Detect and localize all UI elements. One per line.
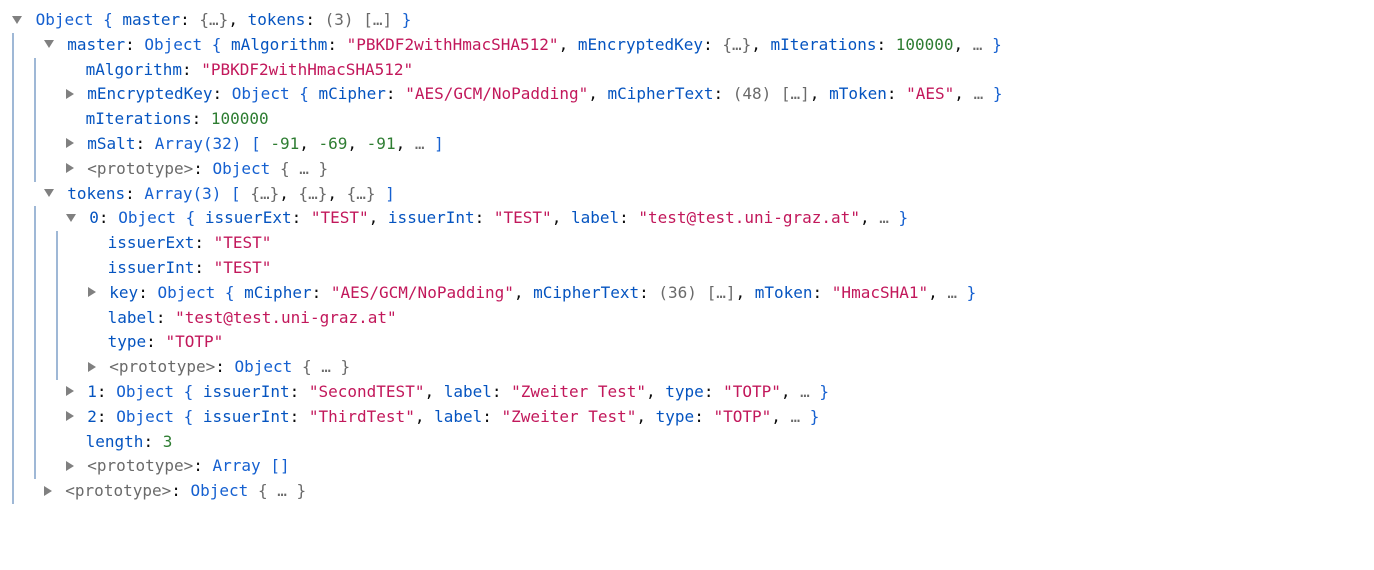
- tree-guide: [12, 33, 28, 58]
- type-label: Object: [144, 35, 202, 54]
- tree-row-token-1[interactable]: 1: Object { issuerInt: "SecondTEST", lab…: [12, 380, 1362, 405]
- disclosure-down-icon[interactable]: [44, 40, 54, 48]
- tree-row-miterations[interactable]: mIterations: 100000: [12, 107, 1362, 132]
- tokens-count: (3): [325, 10, 354, 29]
- array-ellipsis: […]: [363, 10, 392, 29]
- tree-row-mencryptedkey[interactable]: mEncryptedKey: Object { mCipher: "AES/GC…: [12, 82, 1362, 107]
- disclosure-down-icon[interactable]: [44, 189, 54, 197]
- tree-row-master-prototype[interactable]: <prototype>: Object { … }: [12, 157, 1362, 182]
- key-master: master: [67, 35, 125, 54]
- disclosure-right-icon[interactable]: [66, 163, 74, 173]
- tree-row-tokens-prototype[interactable]: <prototype>: Array []: [12, 454, 1362, 479]
- tree-row-token-2[interactable]: 2: Object { issuerInt: "ThirdTest", labe…: [12, 405, 1362, 430]
- disclosure-right-icon[interactable]: [66, 411, 74, 421]
- tree-row-malgorithm[interactable]: mAlgorithm: "PBKDF2withHmacSHA512": [12, 58, 1362, 83]
- disclosure-right-icon[interactable]: [88, 362, 96, 372]
- tree-row-token0-type[interactable]: type: "TOTP": [12, 330, 1362, 355]
- disclosure-down-icon[interactable]: [12, 16, 22, 24]
- tree-row-token0-issuerext[interactable]: issuerExt: "TEST": [12, 231, 1362, 256]
- tree-row-root[interactable]: Object { master: {…}, tokens: (3) […] }: [12, 8, 1362, 33]
- tree-row-root-prototype[interactable]: <prototype>: Object { … }: [12, 479, 1362, 504]
- disclosure-right-icon[interactable]: [88, 287, 96, 297]
- tree-row-master[interactable]: master: Object { mAlgorithm: "PBKDF2with…: [12, 33, 1362, 58]
- disclosure-right-icon[interactable]: [66, 386, 74, 396]
- tree-row-token0-key[interactable]: key: Object { mCipher: "AES/GCM/NoPaddin…: [12, 281, 1362, 306]
- disclosure-right-icon[interactable]: [66, 89, 74, 99]
- disclosure-right-icon[interactable]: [44, 486, 52, 496]
- tree-row-token-0[interactable]: 0: Object { issuerExt: "TEST", issuerInt…: [12, 206, 1362, 231]
- type-label: Object: [36, 10, 94, 29]
- disclosure-down-icon[interactable]: [66, 214, 76, 222]
- key-master: master: [122, 10, 180, 29]
- tree-row-msalt[interactable]: mSalt: Array(32) [ -91, -69, -91, … ]: [12, 132, 1362, 157]
- tree-row-token0-prototype[interactable]: <prototype>: Object { … }: [12, 355, 1362, 380]
- key-tokens: tokens: [248, 10, 306, 29]
- tree-row-token0-issuerint[interactable]: issuerInt: "TEST": [12, 256, 1362, 281]
- tree-row-token0-label[interactable]: label: "test@test.uni-graz.at": [12, 306, 1362, 331]
- tree-row-tokens[interactable]: tokens: Array(3) [ {…}, {…}, {…} ]: [12, 182, 1362, 207]
- tree-row-tokens-length[interactable]: length: 3: [12, 430, 1362, 455]
- ellipsis: {…}: [199, 10, 228, 29]
- disclosure-right-icon[interactable]: [66, 138, 74, 148]
- disclosure-right-icon[interactable]: [66, 461, 74, 471]
